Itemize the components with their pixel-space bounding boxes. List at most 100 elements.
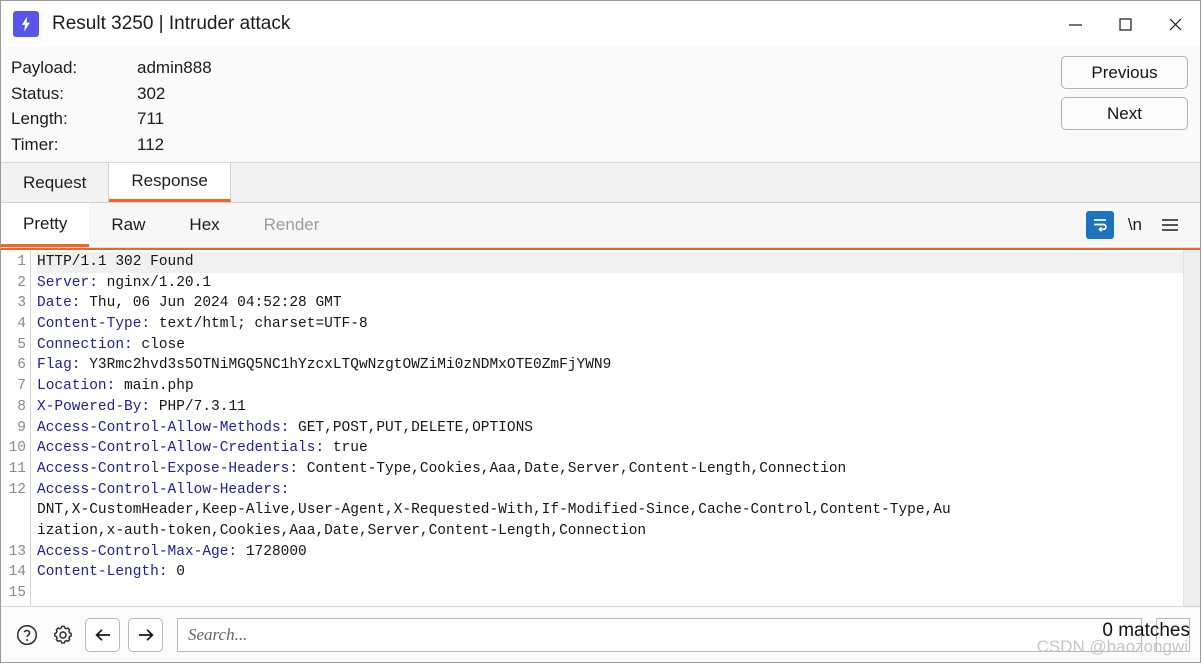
- response-body[interactable]: HTTP/1.1 302 Found Server: nginx/1.20.1 Da…: [31, 250, 1200, 606]
- minimize-icon: [1068, 23, 1082, 26]
- timer-value: 112: [137, 134, 165, 154]
- header-name: Connection:: [37, 336, 133, 353]
- hamburger-menu-icon[interactable]: [1156, 211, 1184, 239]
- length-value: 711: [137, 109, 165, 128]
- line-number: 8: [17, 398, 26, 415]
- line-number: 10: [8, 440, 26, 457]
- timer-label: Timer:: [11, 134, 59, 154]
- tab-pretty[interactable]: Pretty: [1, 203, 90, 247]
- tab-hex-label: Hex: [189, 215, 220, 234]
- gear-icon[interactable]: [49, 621, 77, 649]
- header-value: DNT,X-CustomHeader,Keep-Alive,User-Agent…: [37, 502, 951, 519]
- header-value: close: [132, 336, 185, 353]
- burp-lightning-icon: [13, 11, 39, 37]
- header-name: Content-Type:: [37, 316, 151, 333]
- window-controls: [1050, 1, 1200, 47]
- newline-icon[interactable]: \n: [1128, 215, 1142, 235]
- arrow-left-icon: [94, 628, 110, 641]
- line-number: 6: [17, 357, 26, 374]
- header-value: Y3Rmc2hvd3s5OTNiMGQ5NC1hYzcxLTQwNzgtOWZi…: [80, 357, 612, 374]
- message-tabs: Request Response: [1, 163, 1200, 203]
- tab-raw[interactable]: Raw: [89, 203, 168, 247]
- status-label: Status:: [11, 83, 64, 103]
- header-value: PHP/7.3.11: [150, 398, 246, 415]
- code-line[interactable]: Connection: close: [37, 335, 1200, 356]
- minimize-button[interactable]: [1050, 1, 1100, 47]
- header-name: Flag:: [37, 357, 81, 374]
- code-line[interactable]: Access-Control-Max-Age: 1728000: [37, 542, 1200, 563]
- previous-button[interactable]: Previous: [1061, 56, 1188, 89]
- length-label: Length:: [11, 109, 68, 128]
- code-line[interactable]: Content-Type: text/html; charset=UTF-8: [37, 314, 1200, 335]
- search-previous-button[interactable]: [85, 617, 120, 652]
- code-line[interactable]: [37, 583, 1200, 604]
- status-value: 302: [137, 83, 166, 103]
- code-line[interactable]: X-Powered-By: PHP/7.3.11: [37, 397, 1200, 418]
- line-number: 13: [8, 543, 26, 560]
- line-number-gutter: 1 2 3 4 5 6 7 8 9 10 11 12 13 14 15: [1, 250, 31, 606]
- header-name: Content-Length:: [37, 564, 168, 581]
- editor-scrollbar-thumb[interactable]: [1185, 250, 1200, 570]
- search-input[interactable]: [177, 617, 1142, 652]
- tab-request[interactable]: Request: [1, 163, 110, 202]
- response-editor[interactable]: 1 2 3 4 5 6 7 8 9 10 11 12 13 14 15 HTTP/1.1 302 Found…: [1, 248, 1200, 606]
- maximize-icon: [1118, 17, 1132, 31]
- payload-value: admin888: [137, 58, 212, 77]
- code-line[interactable]: Access-Control-Allow-Headers:: [37, 480, 1200, 501]
- code-line[interactable]: Location: main.php: [37, 376, 1200, 397]
- tab-hex[interactable]: Hex: [167, 203, 242, 247]
- header-name: Access-Control-Expose-Headers:: [37, 460, 299, 477]
- line-number: 14: [8, 564, 26, 581]
- header-name: Access-Control-Allow-Headers:: [37, 481, 290, 498]
- word-wrap-icon[interactable]: [1085, 211, 1114, 239]
- code-line[interactable]: Access-Control-Allow-Methods: GET,POST,P…: [37, 418, 1200, 439]
- code-line[interactable]: Access-Control-Expose-Headers: Content-T…: [37, 459, 1200, 480]
- tabs-filler: [230, 163, 1200, 202]
- header-name: Date:: [37, 295, 81, 312]
- code-line[interactable]: Flag: Y3Rmc2hvd3s5OTNiMGQ5NC1hYzcxLTQwNz…: [37, 355, 1200, 376]
- header-name: Access-Control-Allow-Credentials:: [37, 440, 325, 457]
- header-value: Content-Type,Cookies,Aaa,Date,Server,Con…: [298, 460, 847, 477]
- header-value: ization,x-auth-token,Cookies,Aaa,Date,Se…: [37, 522, 647, 539]
- line-number: 4: [17, 316, 26, 333]
- help-circle-icon[interactable]: [13, 621, 41, 649]
- code-line[interactable]: Access-Control-Allow-Credentials: true: [37, 438, 1200, 459]
- line-number: 12: [8, 481, 26, 498]
- line-number: [1, 521, 30, 542]
- maximize-button[interactable]: [1100, 1, 1150, 47]
- header-name: Location:: [37, 378, 116, 395]
- line-number: 3: [17, 295, 26, 312]
- next-button[interactable]: Next: [1061, 97, 1188, 130]
- tab-render: Render: [241, 203, 342, 247]
- line-number: 7: [17, 378, 26, 395]
- code-line[interactable]: Date: Thu, 06 Jun 2024 04:52:28 GMT: [37, 293, 1200, 314]
- header-name: Access-Control-Allow-Methods:: [37, 419, 290, 436]
- code-line[interactable]: HTTP/1.1 302 Found: [37, 252, 1200, 273]
- window-title: Result 3250 | Intruder attack: [52, 13, 291, 34]
- header-value: HTTP/1.1 302 Found: [37, 254, 194, 270]
- editor-scrollbar[interactable]: [1183, 250, 1200, 606]
- code-line[interactable]: DNT,X-CustomHeader,Keep-Alive,User-Agent…: [37, 500, 1200, 521]
- close-button[interactable]: [1150, 1, 1200, 47]
- view-mode-tabs: Pretty Raw Hex Render \n: [1, 203, 1200, 248]
- header-name: Server:: [37, 274, 98, 291]
- search-next-button[interactable]: [128, 617, 163, 652]
- header-value: 1728000: [237, 543, 307, 560]
- header-value: Thu, 06 Jun 2024 04:52:28 GMT: [80, 295, 342, 312]
- code-line[interactable]: ization,x-auth-token,Cookies,Aaa,Date,Se…: [37, 521, 1200, 542]
- header-value: GET,POST,PUT,DELETE,OPTIONS: [289, 419, 533, 436]
- header-name: X-Powered-By:: [37, 398, 151, 415]
- match-count-label: 0 matches: [1102, 620, 1190, 641]
- code-line[interactable]: Content-Length: 0: [37, 562, 1200, 583]
- result-nav-buttons: Previous Next: [1061, 56, 1188, 130]
- code-line[interactable]: Server: nginx/1.20.1: [37, 273, 1200, 294]
- tab-response[interactable]: Response: [109, 163, 231, 202]
- editor-toolbar-icons: \n: [1085, 203, 1200, 247]
- header-name: Access-Control-Max-Age:: [37, 543, 238, 560]
- intruder-result-window: Result 3250 | Intruder attack Payload: a…: [0, 0, 1201, 663]
- tab-pretty-label: Pretty: [23, 213, 68, 233]
- sub-tabs-spacer: [341, 203, 1085, 247]
- line-number: 1: [17, 254, 26, 270]
- line-number: 15: [8, 585, 26, 601]
- search-bar: 0 matches CSDN @baozongwi: [1, 606, 1200, 662]
